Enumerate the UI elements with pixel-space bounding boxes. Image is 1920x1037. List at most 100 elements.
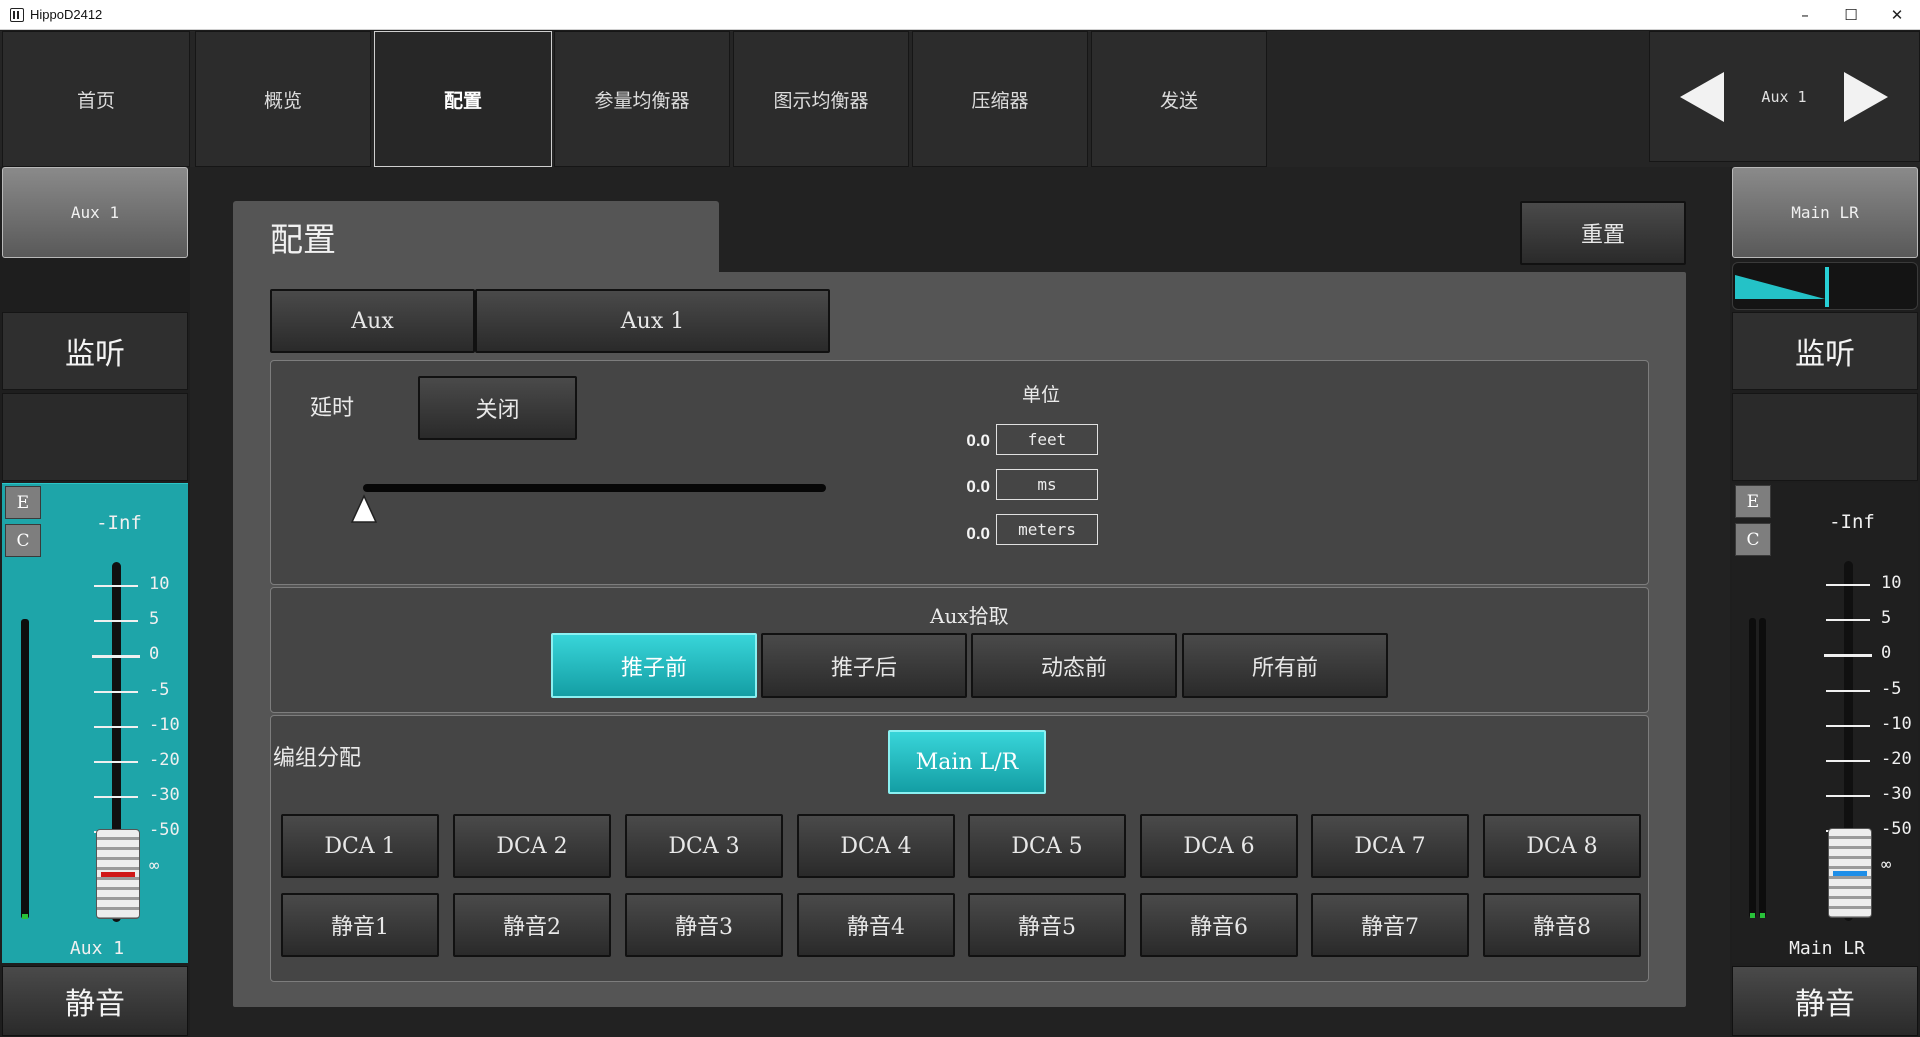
app-icon (10, 8, 24, 22)
channel-select-button[interactable]: Aux 1 (475, 289, 830, 353)
scale-tick (1824, 654, 1872, 658)
reset-button[interactable]: 重置 (1520, 201, 1686, 265)
right-level-readout: -Inf (1829, 511, 1875, 533)
tab-parametric-eq[interactable]: 参量均衡器 (554, 31, 730, 167)
mute-group-6-button[interactable]: 静音6 (1140, 893, 1298, 957)
delay-slider-handle-icon[interactable] (350, 494, 378, 524)
minimize-button[interactable]: – (1782, 0, 1828, 30)
left-channel-button[interactable]: Aux 1 (2, 167, 188, 258)
scale-label: 5 (149, 609, 160, 630)
mute-group-4-button[interactable]: 静音4 (797, 893, 955, 957)
window-title: HippoD2412 (30, 7, 103, 22)
tab-graphic-eq[interactable]: 图示均衡器 (733, 31, 909, 167)
left-fader-knob[interactable] (96, 829, 140, 919)
pick-pre-all[interactable]: 所有前 (1182, 633, 1388, 698)
tab-compressor[interactable]: 压缩器 (912, 31, 1088, 167)
left-level-readout: -Inf (96, 512, 142, 534)
group-title: 编组分配 (273, 746, 362, 771)
next-channel-icon[interactable] (1844, 72, 1888, 122)
aux-pick-title: Aux拾取 (930, 604, 1009, 628)
scale-label: -30 (1881, 784, 1912, 805)
right-fader-area: E C -Inf 10 5 0 -5 -10 -20 -30 -50 ∞ Main LR (1732, 483, 1918, 963)
scale-label: ∞ (149, 855, 160, 876)
dca-3-button[interactable]: DCA 3 (625, 814, 783, 878)
dca-6-button[interactable]: DCA 6 (1140, 814, 1298, 878)
right-mute-button[interactable]: 静音 (1732, 966, 1918, 1036)
tab-config[interactable]: 配置 (374, 31, 552, 167)
pick-post-fader[interactable]: 推子后 (761, 633, 967, 698)
main-lr-button[interactable]: Main L/R (888, 730, 1046, 794)
scale-label: -50 (149, 820, 180, 841)
left-fader-area: E C -Inf 10 5 0 -5 -10 -20 -30 -50 ∞ Aux 1 (2, 483, 188, 963)
mute-group-3-button[interactable]: 静音3 (625, 893, 783, 957)
delay-feet-value: 0.0 (966, 431, 990, 450)
scale-label: -5 (149, 679, 170, 700)
left-level-meter (21, 619, 29, 919)
scale-label: 0 (1881, 643, 1892, 664)
dca-8-button[interactable]: DCA 8 (1483, 814, 1641, 878)
right-empty-slot (1732, 393, 1918, 481)
tab-sends[interactable]: 发送 (1091, 31, 1267, 167)
delay-slider-track[interactable] (363, 484, 826, 492)
unit-feet[interactable]: feet (996, 424, 1098, 455)
left-e-button[interactable]: E (5, 486, 41, 519)
scale-label: 5 (1881, 608, 1892, 629)
mute-group-8-button[interactable]: 静音8 (1483, 893, 1641, 957)
right-e-button[interactable]: E (1735, 485, 1771, 518)
mute-group-2-button[interactable]: 静音2 (453, 893, 611, 957)
right-channel-strip: Main LR 监听 E C -Inf 10 5 0 -5 -10 -20 -30 -50 ∞ … (1730, 167, 1920, 1037)
right-c-button[interactable]: C (1735, 523, 1771, 556)
mute-group-1-button[interactable]: 静音1 (281, 893, 439, 957)
right-monitor-button[interactable]: 监听 (1732, 312, 1918, 390)
left-c-button[interactable]: C (5, 524, 41, 557)
send-level-ramp (1735, 267, 1829, 307)
scale-label: -5 (1881, 678, 1902, 699)
right-channel-button[interactable]: Main LR (1732, 167, 1918, 258)
scale-label: -20 (1881, 749, 1912, 769)
channel-type-button[interactable]: Aux (270, 289, 475, 353)
home-button[interactable]: 首页 (2, 31, 190, 167)
scale-label: -10 (149, 714, 180, 735)
tab-overview[interactable]: 概览 (195, 31, 371, 167)
left-channel-strip: Aux 1 监听 E C -Inf 10 5 0 -5 -10 -20 -30 -50 ∞ Au… (0, 167, 190, 1037)
dca-1-button[interactable]: DCA 1 (281, 814, 439, 878)
dca-5-button[interactable]: DCA 5 (968, 814, 1126, 878)
scale-tick (1826, 619, 1870, 622)
scale-tick (94, 620, 138, 623)
mute-group-5-button[interactable]: 静音5 (968, 893, 1126, 957)
right-level-meter-l (1749, 618, 1756, 918)
scale-label: -20 (149, 750, 180, 770)
pick-pre-fader[interactable]: 推子前 (551, 633, 757, 698)
dca-7-button[interactable]: DCA 7 (1311, 814, 1469, 878)
mute-group-7-button[interactable]: 静音7 (1311, 893, 1469, 957)
scale-label: 10 (1881, 573, 1902, 593)
scale-label: -10 (1881, 713, 1912, 734)
scale-label: 10 (149, 574, 170, 594)
scale-tick (1826, 584, 1870, 586)
delay-ms-value: 0.0 (966, 477, 990, 496)
current-channel-label: Aux 1 (1761, 88, 1807, 106)
unit-ms[interactable]: ms (996, 469, 1098, 500)
left-strip-name: Aux 1 (69, 938, 125, 959)
previous-channel-icon[interactable] (1680, 72, 1724, 122)
scale-label: -50 (1881, 819, 1912, 840)
left-mute-button[interactable]: 静音 (2, 966, 188, 1036)
right-level-meter-r (1759, 618, 1766, 918)
pick-pre-dynamics[interactable]: 动态前 (971, 633, 1177, 698)
maximize-button[interactable]: ☐ (1828, 0, 1874, 30)
scale-tick (92, 655, 140, 659)
right-send-level[interactable] (1732, 262, 1918, 310)
left-empty-slot (2, 393, 188, 481)
unit-meters[interactable]: meters (996, 514, 1098, 545)
unit-title: 单位 (1022, 384, 1061, 406)
right-fader-knob[interactable] (1828, 828, 1872, 918)
delay-toggle-button[interactable]: 关闭 (418, 376, 577, 440)
dca-2-button[interactable]: DCA 2 (453, 814, 611, 878)
scale-tick (94, 761, 138, 763)
dca-4-button[interactable]: DCA 4 (797, 814, 955, 878)
panel-title: 配置 (270, 220, 336, 259)
scale-tick (1826, 689, 1870, 692)
close-button[interactable]: ✕ (1874, 0, 1920, 30)
scale-label: ∞ (1881, 854, 1892, 875)
left-monitor-button[interactable]: 监听 (2, 312, 188, 390)
